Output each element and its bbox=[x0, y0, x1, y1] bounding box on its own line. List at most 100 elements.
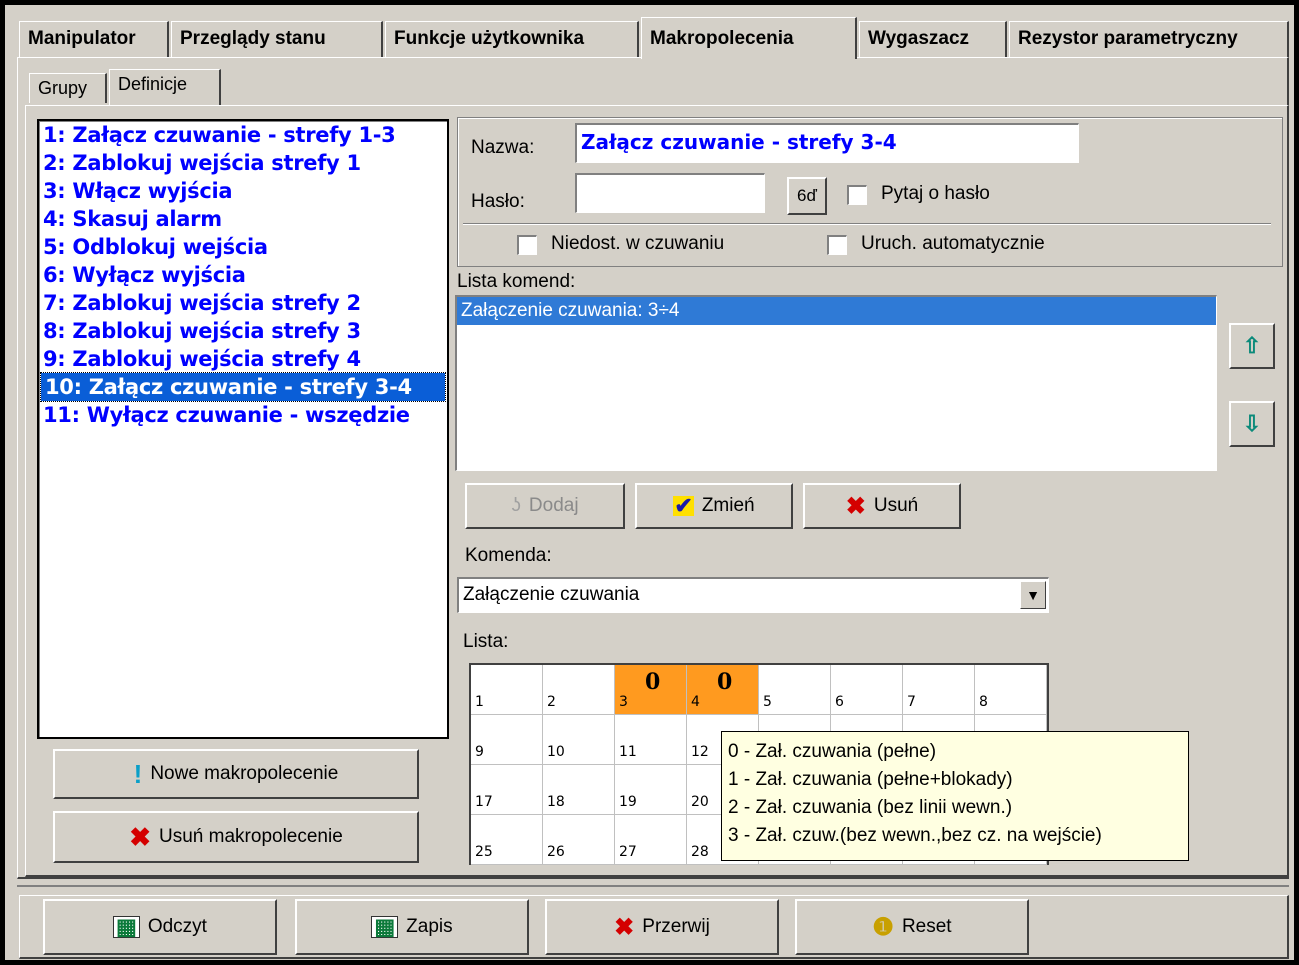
delete-x-icon: ✖ bbox=[845, 492, 866, 520]
list-item[interactable]: 5: Odblokuj wejścia bbox=[39, 233, 447, 261]
show-password-button[interactable]: 6ď bbox=[787, 177, 827, 215]
zone-cell[interactable]: 30 bbox=[615, 665, 687, 715]
list-item[interactable]: 11: Wyłącz czuwanie - wszędzie bbox=[39, 401, 447, 429]
new-macro-button[interactable]: ! Nowe makropolecenie bbox=[53, 749, 419, 799]
delete-macro-label: Usuń makropolecenie bbox=[159, 826, 343, 847]
move-up-button[interactable]: ⇧ bbox=[1229, 323, 1275, 369]
zone-number: 5 bbox=[763, 694, 772, 710]
tab-funkcje-uzytkownika[interactable]: Funkcje użytkownika bbox=[385, 21, 639, 57]
zone-number: 8 bbox=[979, 694, 988, 710]
zone-cell[interactable]: 10 bbox=[543, 715, 615, 765]
subtab-grupy[interactable]: Grupy bbox=[29, 73, 107, 103]
move-down-button[interactable]: ⇩ bbox=[1229, 401, 1275, 447]
tab-wygaszacz[interactable]: Wygaszacz bbox=[859, 21, 1007, 57]
tab-rezystor-parametryczny[interactable]: Rezystor parametryczny bbox=[1009, 21, 1289, 57]
zone-cell[interactable]: 19 bbox=[615, 765, 687, 815]
zone-number: 25 bbox=[475, 844, 493, 860]
dropdown-button[interactable]: ▼ bbox=[1020, 581, 1046, 609]
zone-cell[interactable]: 17 bbox=[471, 765, 543, 815]
subtab-definicje[interactable]: Definicje bbox=[109, 69, 221, 105]
chevron-down-icon: ▼ bbox=[1026, 587, 1040, 603]
window-frame: Manipulator Przeglądy stanu Funkcje użyt… bbox=[0, 0, 1299, 965]
tab-przeglady-stanu[interactable]: Przeglądy stanu bbox=[171, 21, 383, 57]
abort-button[interactable]: ✖ Przerwij bbox=[545, 899, 779, 955]
name-field[interactable]: Załącz czuwanie - strefy 3-4 bbox=[575, 123, 1079, 163]
arrow-up-icon: ⇧ bbox=[1242, 333, 1262, 358]
zone-number: 17 bbox=[475, 794, 493, 810]
write-button[interactable]: ▦ Zapis bbox=[295, 899, 529, 955]
add-command-label: Dodaj bbox=[528, 495, 579, 516]
list-item[interactable]: 6: Wyłącz wyjścia bbox=[39, 261, 447, 289]
list-item-selected[interactable]: 10: Załącz czuwanie - strefy 3-4 bbox=[40, 372, 446, 402]
macro-list[interactable]: 1: Załącz czuwanie - strefy 1-3 2: Zablo… bbox=[37, 119, 449, 739]
command-select[interactable]: Załączenie czuwania ▼ bbox=[457, 577, 1049, 613]
zone-number: 9 bbox=[475, 744, 484, 760]
autorun-label: Uruch. automatycznie bbox=[861, 233, 1045, 254]
unavailable-armed-label: Niedost. w czuwaniu bbox=[551, 233, 725, 254]
keypad-icon: ▦ bbox=[113, 916, 140, 938]
delete-macro-button[interactable]: ✖ Usuń makropolecenie bbox=[53, 811, 419, 863]
list-item[interactable]: 4: Skasuj alarm bbox=[39, 205, 447, 233]
list-item[interactable]: 1: Załącz czuwanie - strefy 1-3 bbox=[39, 121, 447, 149]
reset-button[interactable]: ❶ Reset bbox=[795, 899, 1029, 955]
abort-label: Przerwij bbox=[642, 916, 710, 937]
zone-cell[interactable]: 8 bbox=[975, 665, 1047, 715]
ask-password-label: Pytaj o hasło bbox=[881, 183, 990, 204]
list-item[interactable]: 3: Włącz wyjścia bbox=[39, 177, 447, 205]
change-command-button[interactable]: ✔ Zmień bbox=[635, 483, 793, 529]
arrow-down-icon: ⇩ bbox=[1242, 411, 1262, 436]
list-item[interactable]: 8: Zablokuj wejścia strefy 3 bbox=[39, 317, 447, 345]
zone-cell[interactable]: 27 bbox=[615, 815, 687, 865]
zone-number: 4 bbox=[691, 694, 700, 710]
reset-label: Reset bbox=[901, 916, 952, 937]
password-field[interactable] bbox=[575, 173, 765, 213]
zone-value: 0 bbox=[717, 669, 733, 695]
zone-cell[interactable]: 26 bbox=[543, 815, 615, 865]
tab-makropolecenia[interactable]: Makropolecenia bbox=[641, 17, 857, 59]
unavailable-armed-checkbox[interactable] bbox=[517, 235, 537, 255]
read-label: Odczyt bbox=[147, 916, 207, 937]
zone-cell[interactable]: 11 bbox=[615, 715, 687, 765]
change-command-label: Zmień bbox=[701, 495, 755, 516]
zone-number: 27 bbox=[619, 844, 637, 860]
tooltip-line: 3 - Zał. czuw.(bez wewn.,bez cz. na wejś… bbox=[728, 825, 1102, 846]
zone-cell[interactable]: 6 bbox=[831, 665, 903, 715]
delete-x-icon: ✖ bbox=[614, 913, 635, 941]
list-item[interactable]: 9: Zablokuj wejścia strefy 4 bbox=[39, 345, 447, 373]
zone-number: 1 bbox=[475, 694, 484, 710]
delete-command-button[interactable]: ✖ Usuń bbox=[803, 483, 961, 529]
read-button[interactable]: ▦ Odczyt bbox=[43, 899, 277, 955]
zone-cell[interactable]: 2 bbox=[543, 665, 615, 715]
ask-password-checkbox[interactable] bbox=[847, 185, 867, 205]
zone-cell[interactable]: 1 bbox=[471, 665, 543, 715]
autorun-checkbox[interactable] bbox=[827, 235, 847, 255]
zone-cell[interactable]: 7 bbox=[903, 665, 975, 715]
zone-cell[interactable]: 5 bbox=[759, 665, 831, 715]
zone-number: 26 bbox=[547, 844, 565, 860]
list-item-selected[interactable]: Załączenie czuwania: 3÷4 bbox=[457, 297, 1216, 325]
new-macro-label: Nowe makropolecenie bbox=[150, 763, 339, 784]
zone-number: 3 bbox=[619, 694, 628, 710]
eyes-icon: 6ď bbox=[797, 186, 817, 205]
zone-cell[interactable]: 18 bbox=[543, 765, 615, 815]
zone-cell[interactable]: 9 bbox=[471, 715, 543, 765]
command-list[interactable]: Załączenie czuwania: 3÷4 bbox=[455, 295, 1217, 471]
list-item[interactable]: 7: Zablokuj wejścia strefy 2 bbox=[39, 289, 447, 317]
tooltip-line: 1 - Zał. czuwania (pełne+blokady) bbox=[728, 769, 1013, 790]
divider bbox=[463, 223, 1271, 225]
zone-cell[interactable]: 25 bbox=[471, 815, 543, 865]
checkbox-checked-icon: ✔ bbox=[673, 493, 694, 518]
keypad-icon: ▦ bbox=[371, 916, 399, 938]
zone-number: 20 bbox=[691, 794, 709, 810]
list-item[interactable]: 2: Zablokuj wejścia strefy 1 bbox=[39, 149, 447, 177]
add-command-button[interactable]: ʖ Dodaj bbox=[465, 483, 625, 529]
tooltip-line: 0 - Zał. czuwania (pełne) bbox=[728, 741, 937, 762]
name-label: Nazwa: bbox=[471, 137, 535, 158]
add-icon: ʖ bbox=[511, 495, 521, 516]
write-label: Zapis bbox=[406, 916, 453, 937]
tab-manipulator[interactable]: Manipulator bbox=[19, 21, 169, 57]
zone-cell[interactable]: 40 bbox=[687, 665, 759, 715]
delete-command-label: Usuń bbox=[873, 495, 919, 516]
zone-grid-label: Lista: bbox=[463, 631, 509, 652]
zone-number: 10 bbox=[547, 744, 565, 760]
